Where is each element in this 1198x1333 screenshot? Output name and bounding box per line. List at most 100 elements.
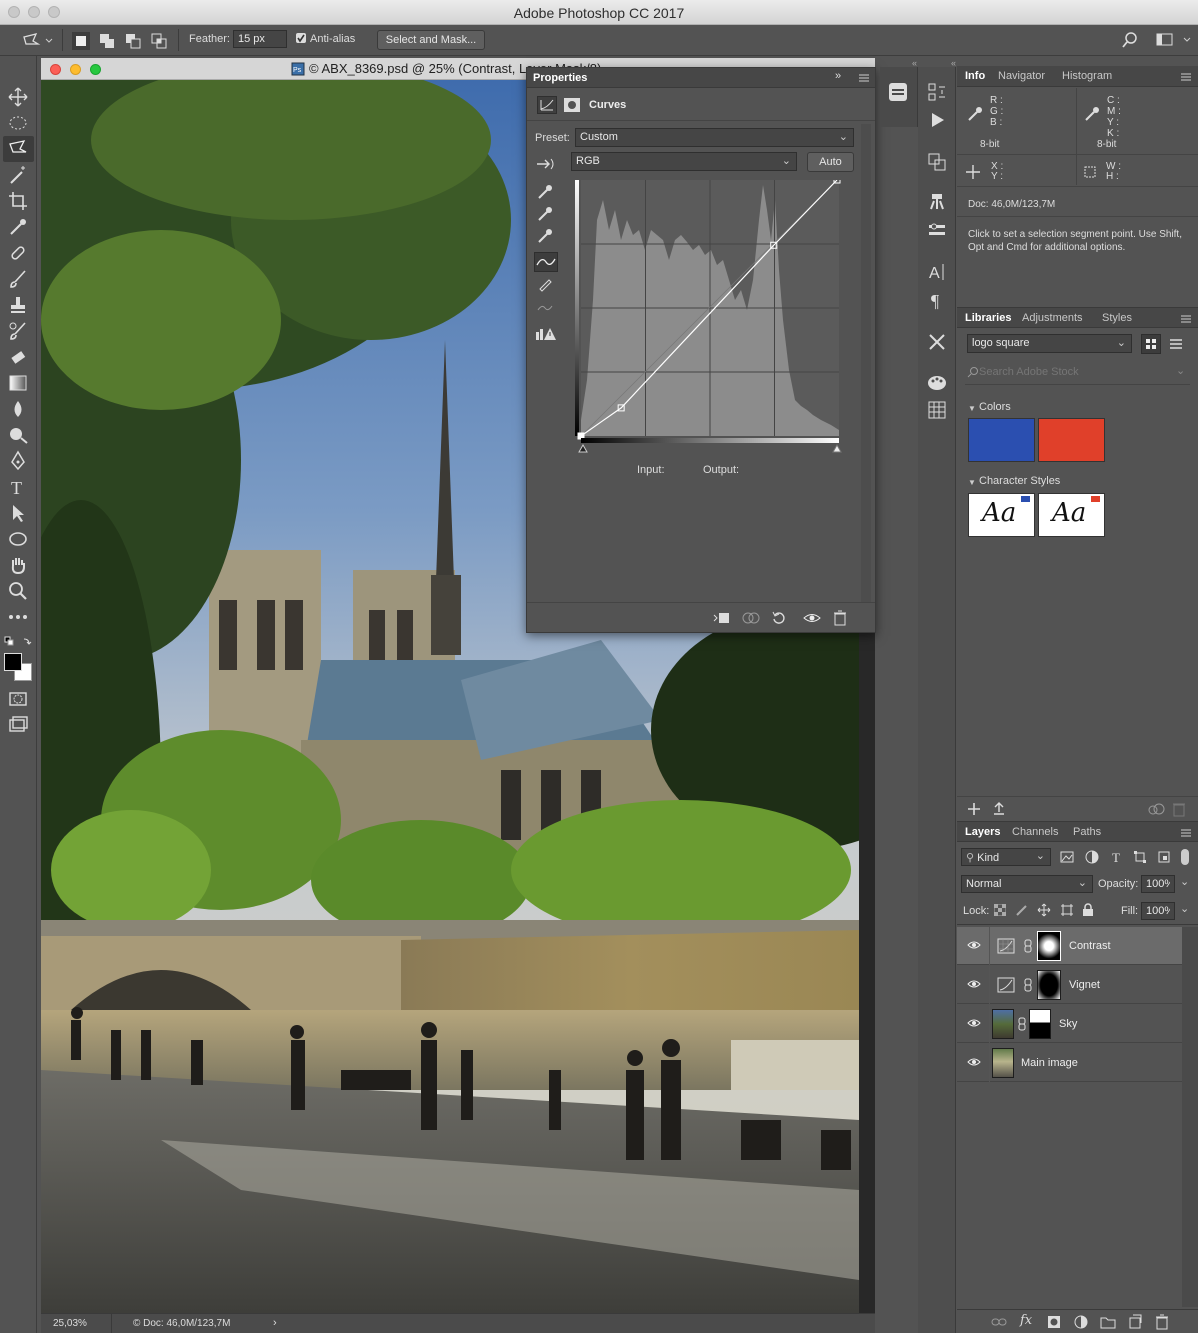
- tool-presets-icon[interactable]: [926, 219, 948, 241]
- antialias-checkbox[interactable]: [296, 33, 306, 43]
- mask-link-icon[interactable]: [1018, 1017, 1026, 1031]
- tab-info[interactable]: Info: [965, 70, 985, 82]
- foreground-color-swatch[interactable]: [4, 653, 22, 671]
- layer-visibility-eye-icon[interactable]: [967, 1057, 981, 1067]
- layer-row-vignet[interactable]: Vignet: [957, 966, 1182, 1004]
- blur-tool-icon[interactable]: [7, 398, 29, 420]
- layer-visibility-eye-icon[interactable]: [967, 1018, 981, 1028]
- default-colors-icon[interactable]: [4, 636, 34, 652]
- visibility-eye-icon[interactable]: [803, 611, 821, 625]
- layer-style-fx-icon[interactable]: fx: [1020, 1313, 1032, 1328]
- doc-size-info[interactable]: © Doc: 46,0M/123,7M: [133, 1318, 230, 1329]
- clipping-warning-icon[interactable]: [535, 326, 557, 342]
- reset-icon[interactable]: [771, 610, 787, 626]
- zoom-tool-icon[interactable]: [7, 580, 29, 602]
- add-mask-icon[interactable]: [1047, 1315, 1061, 1329]
- tab-layers[interactable]: Layers: [965, 826, 1000, 838]
- gray-point-eyedropper-icon[interactable]: [537, 206, 553, 222]
- tab-properties[interactable]: Properties: [533, 72, 587, 84]
- tab-libraries[interactable]: Libraries: [965, 312, 1011, 324]
- layer-mask-thumbnail[interactable]: [1037, 970, 1061, 1000]
- left-bit-depth[interactable]: 8-bit: [980, 139, 999, 150]
- library-trash-icon[interactable]: [1172, 801, 1186, 817]
- layer-visibility-eye-icon[interactable]: [967, 940, 981, 950]
- clone-source-icon[interactable]: [926, 151, 948, 173]
- layer-row-sky[interactable]: Sky: [957, 1005, 1182, 1043]
- grid-panel-icon[interactable]: [926, 399, 948, 421]
- gradient-tool-icon[interactable]: [7, 372, 29, 394]
- curves-graph[interactable]: [575, 180, 847, 458]
- black-slider[interactable]: [578, 443, 588, 453]
- disclosure-triangle-icon[interactable]: ▼: [968, 478, 976, 487]
- doc-zoom-button[interactable]: [90, 64, 101, 75]
- collapse-column-2-icon[interactable]: «: [920, 58, 956, 68]
- history-brush-icon[interactable]: [7, 320, 29, 342]
- screen-mode-icon[interactable]: [7, 714, 29, 736]
- layer-row-main-image[interactable]: Main image: [957, 1044, 1182, 1082]
- opacity-chevron-icon[interactable]: ⌄: [1180, 875, 1189, 888]
- lock-pixels-icon[interactable]: [1016, 904, 1028, 916]
- layer-image-thumbnail[interactable]: [992, 1048, 1014, 1078]
- crop-tool-icon[interactable]: [7, 190, 29, 212]
- filter-pixel-icon[interactable]: [1060, 850, 1074, 864]
- mask-link-icon[interactable]: [1024, 939, 1032, 953]
- filter-smart-object-icon[interactable]: [1157, 850, 1171, 864]
- curves-adjustment-icon[interactable]: [537, 96, 557, 114]
- doc-close-button[interactable]: [50, 64, 61, 75]
- new-adjustment-layer-icon[interactable]: [1074, 1315, 1088, 1329]
- clip-to-layer-icon[interactable]: [713, 611, 731, 625]
- tab-paths[interactable]: Paths: [1073, 826, 1101, 838]
- layer-visibility-eye-icon[interactable]: [967, 979, 981, 989]
- link-layers-icon[interactable]: [991, 1316, 1007, 1328]
- panel-menu-icon[interactable]: [859, 74, 869, 82]
- properties-panel-icon[interactable]: [887, 81, 909, 103]
- new-layer-icon[interactable]: [1128, 1314, 1142, 1330]
- properties-scrollbar[interactable]: [861, 124, 871, 602]
- brush-tool-icon[interactable]: [7, 268, 29, 290]
- eyedropper-tool-icon[interactable]: [7, 216, 29, 238]
- character-style-2[interactable]: Aa: [1038, 493, 1105, 537]
- opacity-input[interactable]: [1141, 875, 1175, 893]
- blend-mode-select[interactable]: Normal ⌄: [961, 875, 1093, 893]
- layer-mask-icon[interactable]: [563, 97, 581, 113]
- layer-mask-thumbnail[interactable]: [1037, 931, 1061, 961]
- magic-wand-icon[interactable]: [7, 164, 29, 186]
- character-style-1[interactable]: Aa: [968, 493, 1035, 537]
- lock-transparent-icon[interactable]: [994, 904, 1006, 916]
- workspace-icon[interactable]: [1156, 32, 1192, 48]
- new-group-folder-icon[interactable]: [1100, 1315, 1116, 1329]
- feather-input[interactable]: [233, 30, 287, 48]
- doc-minimize-button[interactable]: [70, 64, 81, 75]
- fill-input[interactable]: [1141, 902, 1175, 920]
- view-previous-state-icon[interactable]: [741, 611, 761, 625]
- lock-all-icon[interactable]: [1082, 903, 1094, 917]
- edit-points-button[interactable]: [534, 252, 558, 272]
- tab-channels[interactable]: Channels: [1012, 826, 1058, 838]
- pen-tool-icon[interactable]: [7, 450, 29, 472]
- auto-button[interactable]: Auto: [807, 152, 854, 172]
- layer-name[interactable]: Contrast: [1069, 940, 1111, 952]
- black-point-eyedropper-icon[interactable]: [537, 184, 553, 200]
- collapse-panel-icon[interactable]: »: [835, 70, 841, 82]
- filter-toggle-switch[interactable]: [1181, 849, 1189, 865]
- add-to-selection-icon[interactable]: [98, 32, 116, 50]
- hand-tool-icon[interactable]: [7, 554, 29, 576]
- dodge-tool-icon[interactable]: [7, 424, 29, 446]
- healing-brush-icon[interactable]: [7, 242, 29, 264]
- library-select[interactable]: logo square ⌄: [967, 334, 1132, 353]
- layer-name[interactable]: Vignet: [1069, 979, 1100, 991]
- disclosure-triangle-icon[interactable]: ▼: [968, 404, 976, 413]
- character-panel-icon[interactable]: A: [926, 261, 948, 283]
- eraser-tool-icon[interactable]: [7, 346, 29, 368]
- smooth-curve-icon[interactable]: [537, 300, 553, 316]
- draw-curve-pencil-icon[interactable]: [537, 276, 553, 292]
- delete-adjustment-icon[interactable]: [833, 610, 847, 626]
- layer-name[interactable]: Sky: [1059, 1018, 1077, 1030]
- layer-filter-select[interactable]: ⚲ Kind ⌄: [961, 848, 1051, 866]
- filter-type-icon[interactable]: T: [1110, 850, 1124, 864]
- tab-adjustments[interactable]: Adjustments: [1022, 312, 1083, 324]
- right-bit-depth[interactable]: 8-bit: [1097, 139, 1116, 150]
- clone-stamp-icon[interactable]: [7, 294, 29, 316]
- lasso-tool-preset-icon[interactable]: [20, 31, 54, 51]
- delete-layer-icon[interactable]: [1155, 1314, 1169, 1330]
